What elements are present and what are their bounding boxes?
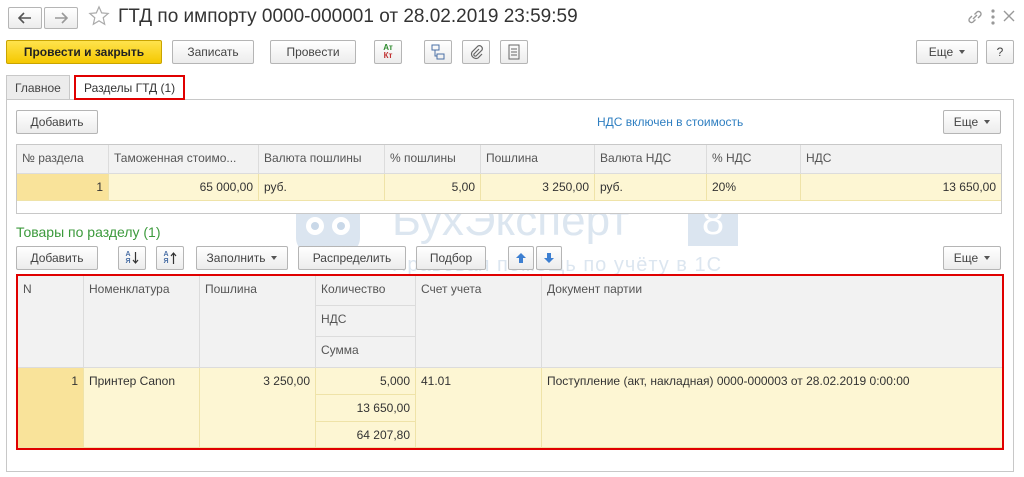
- post-button[interactable]: Провести: [270, 40, 356, 64]
- cell-vat[interactable]: 13 650,00: [316, 395, 416, 422]
- col-header-vat[interactable]: НДС: [801, 145, 1001, 174]
- help-button[interactable]: ?: [986, 40, 1014, 64]
- col-header-batch-document[interactable]: Документ партии: [542, 276, 1002, 368]
- back-button[interactable]: [8, 7, 42, 29]
- col-header-duty-currency[interactable]: Валюта пошлины: [259, 145, 385, 174]
- col-header-section-number[interactable]: № раздела: [17, 145, 109, 174]
- sort-asc-button[interactable]: АЯ: [118, 246, 146, 270]
- arrow-right-icon: [55, 12, 68, 24]
- sections-add-button[interactable]: Добавить: [16, 110, 98, 134]
- cell-section-number[interactable]: 1: [17, 174, 109, 201]
- cell-item[interactable]: Принтер Canon: [84, 368, 200, 448]
- sections-table: № раздела Таможенная стоимо... Валюта по…: [16, 144, 1002, 214]
- vat-included-link[interactable]: НДС включен в стоимость: [597, 115, 743, 129]
- col-header-vat-currency[interactable]: Валюта НДС: [595, 145, 707, 174]
- close-icon[interactable]: [1002, 9, 1018, 25]
- document-list-icon: [508, 44, 520, 60]
- move-down-button[interactable]: [536, 246, 562, 270]
- cell-duty[interactable]: 3 250,00: [200, 368, 316, 448]
- structure-button[interactable]: [424, 40, 452, 64]
- favorite-star-icon[interactable]: [88, 5, 112, 29]
- cell-duty[interactable]: 3 250,00: [481, 174, 595, 201]
- col-header-quantity[interactable]: Количество: [316, 276, 416, 306]
- save-button[interactable]: Записать: [172, 40, 254, 64]
- tab-gtd-sections[interactable]: Разделы ГТД (1): [74, 75, 186, 100]
- link-icon[interactable]: [966, 8, 984, 26]
- arrow-left-icon: [18, 12, 31, 24]
- paperclip-icon: [470, 45, 483, 60]
- post-and-close-button[interactable]: Провести и закрыть: [6, 40, 162, 64]
- cell-vat-currency[interactable]: руб.: [595, 174, 707, 201]
- sort-desc-button[interactable]: АЯ: [156, 246, 184, 270]
- goods-add-button[interactable]: Добавить: [16, 246, 98, 270]
- col-header-vat[interactable]: НДС: [316, 306, 416, 337]
- attach-button[interactable]: [462, 40, 490, 64]
- cell-quantity[interactable]: 5,000: [316, 368, 416, 395]
- more-button[interactable]: Еще: [916, 40, 978, 64]
- arrow-down-icon: [544, 253, 554, 263]
- report-button[interactable]: [500, 40, 528, 64]
- dt-kt-icon: Ат Кт: [383, 43, 393, 60]
- chevron-down-icon: [959, 50, 966, 54]
- goods-table: N Номенклатура Пошлина Количество НДС Су…: [16, 274, 1004, 450]
- dt-kt-button[interactable]: Ат Кт: [374, 40, 402, 64]
- cell-vat-percent[interactable]: 20%: [707, 174, 801, 201]
- sort-desc-icon: АЯ: [164, 251, 177, 265]
- chevron-down-icon: [271, 256, 278, 260]
- goods-section-title: Товары по разделу (1): [16, 224, 161, 240]
- col-header-duty[interactable]: Пошлина: [481, 145, 595, 174]
- distribute-button[interactable]: Распределить: [298, 246, 406, 270]
- sort-asc-icon: АЯ: [126, 251, 139, 265]
- pick-button[interactable]: Подбор: [416, 246, 486, 270]
- cell-sum[interactable]: 64 207,80: [316, 422, 416, 448]
- fill-button[interactable]: Заполнить: [196, 246, 288, 270]
- cell-vat[interactable]: 13 650,00: [801, 174, 1001, 201]
- cell-duty-percent[interactable]: 5,00: [385, 174, 481, 201]
- col-header-sum[interactable]: Сумма: [316, 337, 416, 368]
- cell-duty-currency[interactable]: руб.: [259, 174, 385, 201]
- goods-more-button[interactable]: Еще: [943, 246, 1001, 270]
- sections-more-button[interactable]: Еще: [943, 110, 1001, 134]
- chevron-down-icon: [984, 120, 991, 124]
- chevron-down-icon: [984, 256, 991, 260]
- structure-icon: [431, 44, 445, 60]
- forward-button[interactable]: [44, 7, 78, 29]
- page-title: ГТД по импорту 0000-000001 от 28.02.2019…: [118, 6, 578, 27]
- tab-main[interactable]: Главное: [6, 75, 70, 99]
- cell-customs-value[interactable]: 65 000,00: [109, 174, 259, 201]
- cell-batch-document[interactable]: Поступление (акт, накладная) 0000-000003…: [542, 368, 1002, 448]
- move-up-button[interactable]: [508, 246, 534, 270]
- arrow-up-icon: [516, 253, 526, 263]
- cell-n[interactable]: 1: [18, 368, 84, 448]
- col-header-item[interactable]: Номенклатура: [84, 276, 200, 368]
- col-header-customs-value[interactable]: Таможенная стоимо...: [109, 145, 259, 174]
- cell-account[interactable]: 41.01: [416, 368, 542, 448]
- col-header-duty[interactable]: Пошлина: [200, 276, 316, 368]
- col-header-n[interactable]: N: [18, 276, 84, 368]
- col-header-vat-percent[interactable]: % НДС: [707, 145, 801, 174]
- col-header-account[interactable]: Счет учета: [416, 276, 542, 368]
- window: ГТД по импорту 0000-000001 от 28.02.2019…: [0, 0, 1024, 477]
- col-header-duty-percent[interactable]: % пошлины: [385, 145, 481, 174]
